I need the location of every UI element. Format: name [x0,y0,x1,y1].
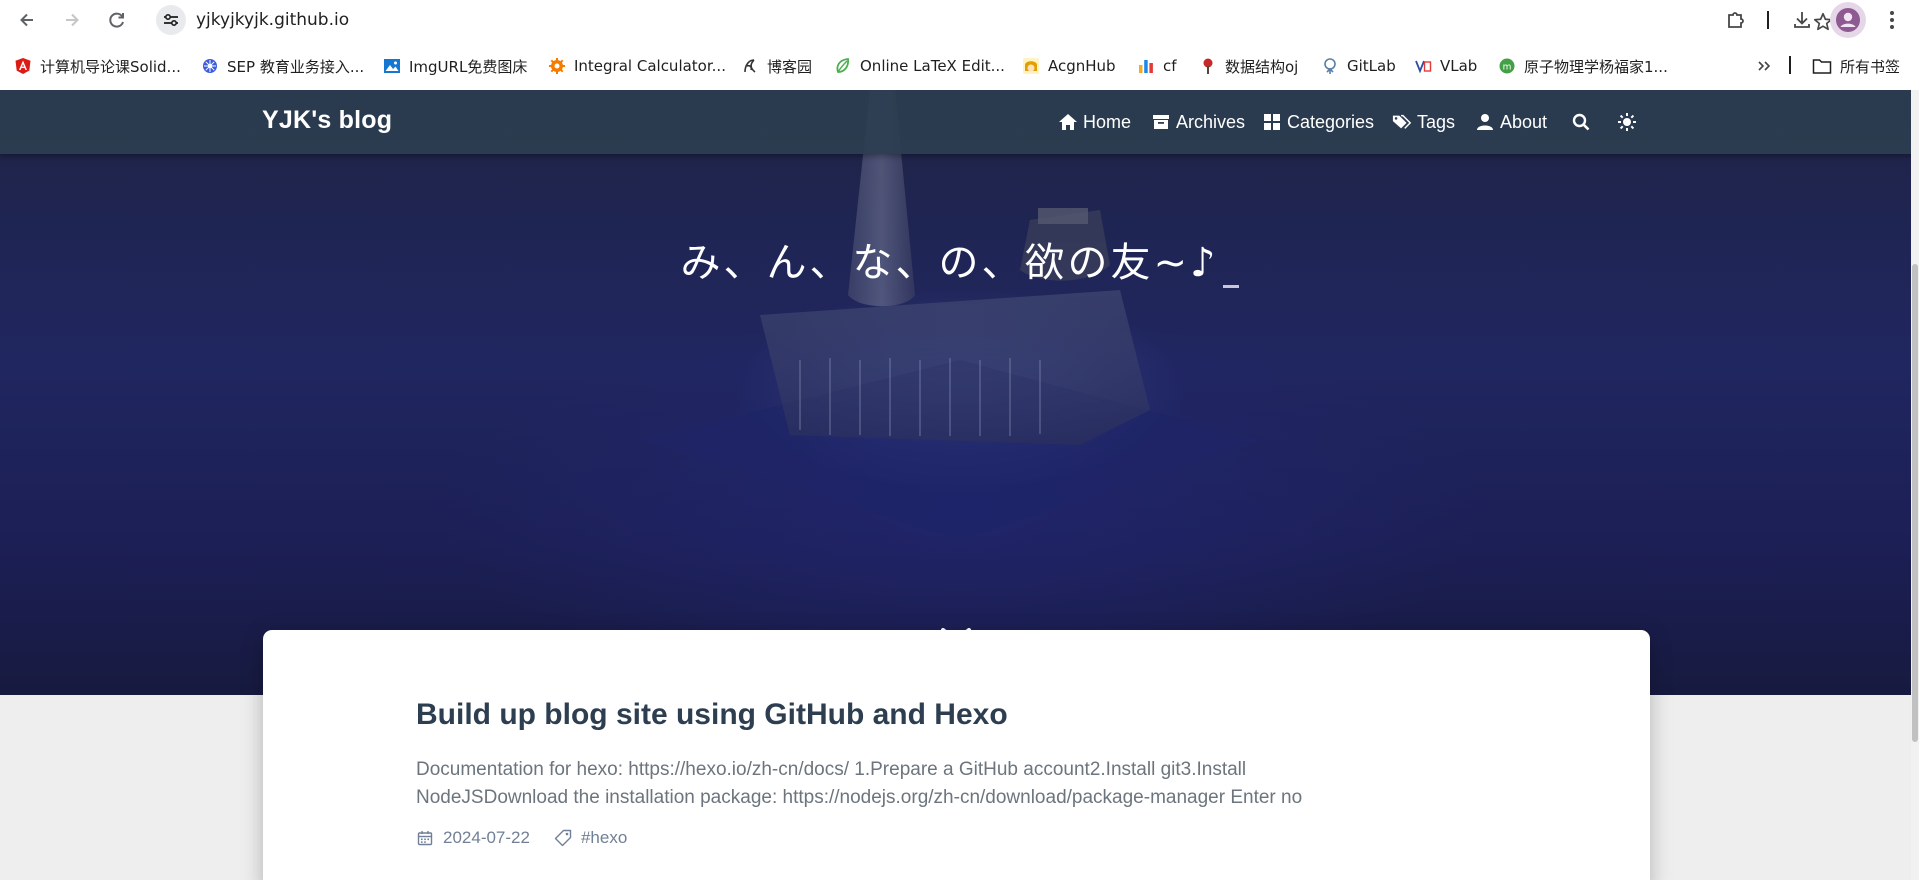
site-brand[interactable]: YJK's blog [262,106,392,135]
bookmark-item[interactable]: AcgnHub [1022,54,1116,78]
bookmark-item[interactable]: Integral Calculator... [548,54,726,78]
forward-button[interactable] [56,4,88,36]
reload-icon [109,12,124,28]
tree-icon [1199,57,1217,75]
search-icon [1571,112,1591,132]
anime-icon [1022,57,1040,75]
bookmarks-bar: 计算机导论课Solid... SEP 教育业务接入... ImgURL免费图床 … [0,48,1919,84]
arrow-left-icon [20,13,33,27]
tag-icon [554,829,572,847]
vlab-icon [1414,57,1432,75]
scrollbar-thumb[interactable] [1912,264,1918,742]
post-tag-link[interactable]: #hexo [581,828,627,848]
calendar-icon [416,829,434,847]
hero-title: み、ん、な、の、欲の友~♪ [0,230,1919,288]
categories-icon [1262,112,1282,132]
bookmark-item[interactable]: SEP 教育业务接入... [201,54,364,78]
blog-page: YJK's blog Home Archives Categories Tags… [0,90,1919,880]
post-excerpt-line: Documentation for hexo: https://hexo.io/… [416,759,1247,780]
kebab-icon [1890,11,1894,29]
nav-home[interactable]: Home [1058,108,1131,136]
avatar-icon [1836,8,1860,32]
nav-about[interactable]: About [1475,108,1547,136]
bookmarks-divider [1789,56,1791,74]
post-date: 2024-07-22 [443,828,530,847]
angular-icon [14,57,32,75]
helm-icon [201,57,219,75]
bookmark-item[interactable]: 博客园 [741,54,812,78]
profile-button[interactable] [1830,2,1866,38]
download-icon [1794,12,1810,28]
theme-toggle-button[interactable] [1617,108,1642,136]
arrow-right-icon [66,13,79,27]
folder-icon [1812,59,1832,74]
bookmark-item[interactable]: Online LaTeX Edit... [834,54,1005,78]
bookmark-item[interactable]: m 原子物理学杨福家1... [1498,54,1668,78]
site-navbar: YJK's blog Home Archives Categories Tags… [0,90,1919,154]
post-excerpt-line: NodeJSDownload the installation package:… [416,787,1303,808]
bookmark-item[interactable]: GitLab [1321,54,1396,78]
archive-icon [1151,112,1171,132]
nav-archives[interactable]: Archives [1151,108,1245,136]
leaf-icon [834,57,852,75]
bookmark-item[interactable]: cf [1137,54,1177,78]
reload-button[interactable] [101,4,133,36]
tags-icon [1392,112,1412,132]
page-scrollbar[interactable] [1911,90,1919,880]
post-meta: 2024-07-22 #hexo [416,826,627,850]
tune-icon [164,13,178,27]
svg-text:m: m [1503,63,1512,73]
gitlab-icon [1321,57,1339,75]
hero-banner: YJK's blog Home Archives Categories Tags… [0,90,1919,695]
extensions-button[interactable] [1720,4,1752,36]
post-card[interactable]: Build up blog site using GitHub and Hexo… [263,630,1650,880]
chevron-double-right-icon [1758,61,1771,71]
browser-menu-button[interactable] [1876,4,1908,36]
toolbar-divider [1767,11,1769,29]
nav-categories[interactable]: Categories [1262,108,1374,136]
typing-cursor [1222,285,1239,288]
user-icon [1475,112,1495,132]
bar-chart-icon [1137,57,1155,75]
post-excerpt: Documentation for hexo: https://hexo.io/… [416,756,1416,812]
downloads-button[interactable] [1786,4,1818,36]
more-bookmarks-button[interactable] [1752,54,1776,78]
address-bar[interactable]: yjkyjkyjk.github.io [152,3,1833,37]
post-title[interactable]: Build up blog site using GitHub and Hexo [416,698,1008,732]
gear-icon [548,57,566,75]
back-button[interactable] [11,4,43,36]
bookmark-item[interactable]: ImgURL免费图床 [383,54,527,78]
image-icon [383,57,401,75]
site-info-button[interactable] [156,5,186,35]
bookmark-item[interactable]: 计算机导论课Solid... [14,54,181,78]
search-button[interactable] [1571,108,1596,136]
puzzle-icon [1728,12,1744,28]
bookmark-item[interactable]: VLab [1414,54,1477,78]
browser-toolbar: yjkyjkyjk.github.io [0,0,1919,40]
url-text[interactable]: yjkyjkyjk.github.io [196,10,349,30]
nav-tags[interactable]: Tags [1392,108,1455,136]
home-icon [1058,112,1078,132]
sun-icon [1617,112,1637,132]
bookmark-item[interactable]: 数据结构oj [1199,54,1298,78]
blog-icon [741,57,759,75]
browser-chrome: yjkyjkyjk.github.io 计算机导论课Solid... SEP 教… [0,0,1919,90]
circle-icon: m [1498,57,1516,75]
all-bookmarks-button[interactable]: 所有书签 [1812,54,1900,78]
hero-background-image [640,90,1260,540]
